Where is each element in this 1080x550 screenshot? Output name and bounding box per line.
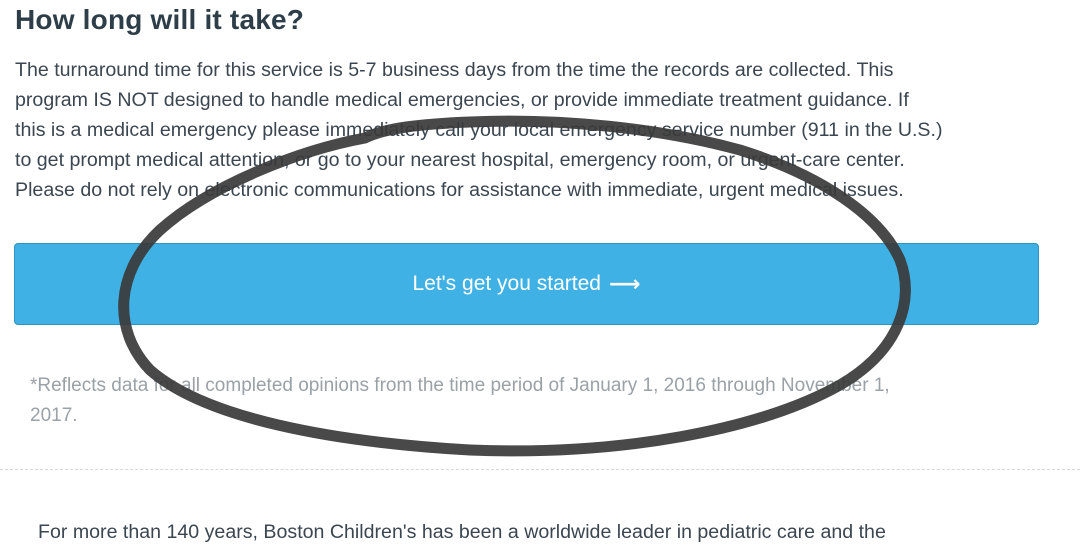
footnote-line: 2017. bbox=[30, 405, 78, 426]
about-paragraph: For more than 140 years, Boston Children… bbox=[38, 521, 886, 543]
paragraph-line: this is a medical emergency please immed… bbox=[15, 119, 943, 141]
get-started-label: Let's get you started bbox=[412, 272, 601, 295]
arrow-right-icon: ⟶ bbox=[608, 271, 641, 296]
paragraph-line: to get prompt medical attention, or go t… bbox=[15, 149, 905, 171]
paragraph-line: program IS NOT designed to handle medica… bbox=[15, 89, 909, 111]
turnaround-paragraph: The turnaround time for this service is … bbox=[15, 55, 1065, 205]
paragraph-line: Please do not rely on electronic communi… bbox=[15, 179, 904, 201]
section-heading: How long will it take? bbox=[15, 4, 305, 35]
get-started-button[interactable]: Let's get you started ⟶ bbox=[14, 243, 1039, 325]
paragraph-line: The turnaround time for this service is … bbox=[15, 59, 894, 81]
page: How long will it take? The turnaround ti… bbox=[0, 0, 1080, 550]
section-divider bbox=[0, 469, 1080, 470]
data-footnote: *Reflects data for all completed opinion… bbox=[30, 371, 1050, 431]
footnote-line: *Reflects data for all completed opinion… bbox=[30, 375, 890, 396]
